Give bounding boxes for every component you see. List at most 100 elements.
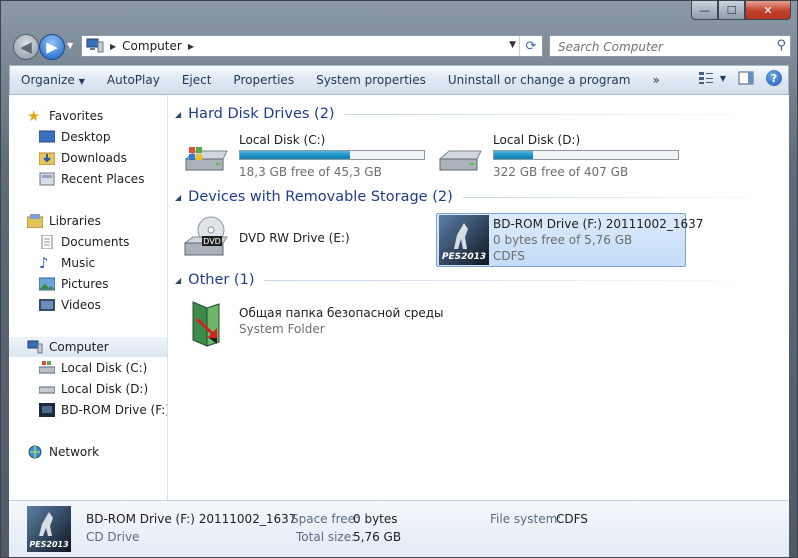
organize-button[interactable]: Organize ▼	[10, 73, 96, 87]
total-size-value: 5,76 GB	[353, 530, 402, 544]
sidebar-item-label: Music	[61, 256, 96, 270]
title-bar[interactable]: — ☐ ✕	[1, 1, 797, 31]
sidebar-item-label: Computer	[49, 340, 109, 354]
more-commands-button[interactable]: »	[641, 73, 670, 87]
sidebar-item-label: Recent Places	[61, 172, 145, 186]
file-system-value: CDFS	[556, 512, 588, 526]
videos-icon	[39, 299, 55, 311]
collapse-arrow-icon[interactable]: ◢	[175, 110, 181, 119]
group-title: Devices with Removable Storage (2)	[188, 189, 453, 205]
search-input[interactable]	[556, 38, 760, 56]
uninstall-program-button[interactable]: Uninstall or change a program	[437, 73, 642, 87]
preview-pane-icon[interactable]	[738, 71, 754, 85]
recent-pages-dropdown[interactable]: ▼	[67, 41, 73, 50]
sidebar-item-pictures[interactable]: Pictures	[39, 274, 109, 294]
sidebar-item-label: Documents	[61, 235, 130, 249]
folder-tile-secure-folder[interactable]: Общая папка безопасной среды System Fold…	[183, 298, 483, 350]
sidebar-item-downloads[interactable]: Downloads	[39, 148, 127, 168]
folder-name: Общая папка безопасной среды	[239, 306, 444, 320]
drive-name: DVD RW Drive (E:)	[239, 231, 350, 245]
sidebar-item-computer[interactable]: Computer	[9, 337, 167, 357]
details-item-type: CD Drive	[86, 530, 140, 544]
group-header-removable-storage[interactable]: ◢ Devices with Removable Storage (2)	[175, 189, 785, 205]
collapse-arrow-icon[interactable]: ◢	[175, 276, 181, 285]
drive-free-space: 0 bytes free of 5,76 GB	[493, 233, 633, 247]
refresh-button[interactable]: ⟳	[519, 36, 542, 56]
sidebar-item-libraries[interactable]: Libraries	[27, 211, 101, 231]
group-title: Other (1)	[188, 272, 255, 288]
space-free-value: 0 bytes	[353, 512, 398, 526]
drive-tile-dvd-rw-e[interactable]: DVD DVD RW Drive (E:)	[183, 215, 433, 267]
command-bar: Organize ▼ AutoPlay Eject Properties Syst…	[9, 65, 789, 95]
computer-icon	[86, 38, 104, 53]
sidebar-item-favorites[interactable]: ★ Favorites	[27, 106, 103, 126]
minimize-button[interactable]: —	[691, 1, 718, 20]
sidebar-item-documents[interactable]: Documents	[39, 232, 129, 252]
sidebar-item-label: Network	[49, 445, 100, 459]
drive-usage-bar	[239, 150, 425, 160]
forward-button[interactable]: ▶	[39, 34, 65, 60]
system-properties-button[interactable]: System properties	[305, 73, 437, 87]
drive-tile-bd-rom-f[interactable]: PES2013 BD-ROM Drive (F:) 20111002_1637 …	[436, 213, 703, 267]
drive-usage-fill	[240, 151, 351, 159]
address-history-dropdown[interactable]: ▼	[509, 40, 516, 50]
search-box[interactable]: ⚲	[549, 35, 791, 57]
sidebar-item-music[interactable]: ♪ Music	[39, 253, 95, 273]
sidebar-item-bd-rom[interactable]: BD-ROM Drive (F:) 2	[39, 400, 168, 420]
space-free-label: Space free:	[291, 512, 360, 526]
address-bar[interactable]: ▶ Computer ▶ ▼ ⟳	[81, 35, 543, 57]
network-icon	[28, 445, 42, 459]
sidebar-item-local-disk-c[interactable]: Local Disk (C:)	[39, 358, 147, 378]
maximize-button[interactable]: ☐	[718, 1, 745, 20]
drive-free-space: 322 GB free of 407 GB	[493, 165, 629, 179]
collapse-arrow-icon[interactable]: ◢	[175, 193, 181, 202]
bd-rom-thumbnail-icon	[39, 403, 55, 417]
drive-name: Local Disk (D:)	[493, 133, 581, 147]
dvd-drive-icon: DVD	[183, 216, 228, 256]
view-controls: ▼ ?	[698, 70, 782, 86]
sidebar-item-videos[interactable]: Videos	[39, 295, 101, 315]
search-icon[interactable]: ⚲	[776, 38, 786, 53]
change-view-button[interactable]: ▼	[698, 71, 726, 85]
group-divider	[344, 113, 785, 115]
breadcrumb-separator-icon[interactable]: ▶	[110, 42, 116, 51]
folder-type: System Folder	[239, 322, 325, 336]
sidebar-item-recent-places[interactable]: Recent Places	[39, 169, 144, 189]
sidebar-item-local-disk-d[interactable]: Local Disk (D:)	[39, 379, 148, 399]
group-title: Hard Disk Drives (2)	[188, 106, 335, 122]
documents-icon	[41, 235, 53, 249]
drive-tile-local-disk-d[interactable]: Local Disk (D:) 322 GB free of 407 GB	[437, 131, 687, 183]
close-button[interactable]: ✕	[745, 1, 791, 20]
breadcrumb-computer[interactable]: Computer	[122, 39, 182, 53]
navigation-pane: ★ Favorites Desktop Downloads Recent Pla…	[9, 95, 168, 501]
libraries-icon	[27, 214, 43, 228]
autoplay-button[interactable]: AutoPlay	[96, 73, 171, 87]
properties-button[interactable]: Properties	[222, 73, 305, 87]
thumbnail-logo-text: PES2013	[442, 252, 486, 262]
refresh-icon: ⟳	[525, 38, 537, 54]
sidebar-item-label: BD-ROM Drive (F:) 2	[61, 403, 168, 417]
sidebar-item-network[interactable]: Network	[27, 442, 99, 462]
sidebar-item-desktop[interactable]: Desktop	[39, 127, 111, 147]
drive-usage-bar	[493, 150, 679, 160]
system-drive-icon	[39, 361, 55, 374]
pictures-icon	[39, 277, 55, 291]
drive-tile-local-disk-c[interactable]: Local Disk (C:) 18,3 GB free of 45,3 GB	[183, 131, 433, 183]
arrow-right-icon: ▶	[46, 38, 58, 56]
sidebar-item-label: Libraries	[49, 214, 101, 228]
help-icon[interactable]: ?	[766, 70, 782, 86]
drive-file-system: CDFS	[493, 249, 525, 263]
back-button[interactable]: ◀	[13, 34, 39, 60]
file-system-label: File system:	[490, 512, 562, 526]
dvd-badge-text: DVD	[203, 237, 221, 246]
eject-button[interactable]: Eject	[171, 73, 223, 87]
sidebar-item-label: Local Disk (C:)	[61, 361, 148, 375]
view-icon	[698, 72, 713, 84]
breadcrumb-chevron-icon[interactable]: ▶	[188, 42, 194, 51]
hard-drive-icon	[438, 150, 482, 171]
window-controls: — ☐ ✕	[691, 1, 791, 20]
chevron-down-icon: ▼	[719, 73, 726, 83]
group-header-hard-disk-drives[interactable]: ◢ Hard Disk Drives (2)	[175, 106, 785, 122]
recent-places-icon	[39, 172, 55, 186]
group-header-other[interactable]: ◢ Other (1)	[175, 272, 785, 288]
